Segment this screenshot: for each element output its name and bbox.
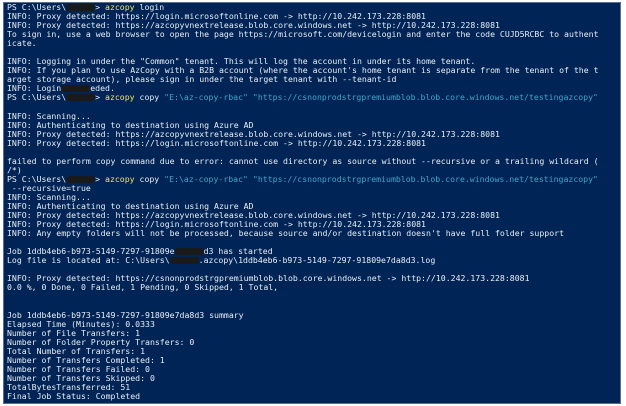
powershell-window[interactable]: PS C:\Users\ > azcopy login INFO: Proxy de…: [3, 2, 621, 404]
string-argument: "https://csnonprodstrgpremiumblob.blob.c…: [252, 173, 598, 184]
string-argument: "E:\az-copy-rbac": [164, 92, 248, 103]
terminal-line: INFO: Any empty folders will not be proc…: [7, 229, 599, 238]
terminal-text: copy: [134, 92, 165, 103]
terminal-line: PS C:\Users\ > azcopy copy "E:\az-copy-rb…: [7, 173, 599, 184]
terminal-text: arget storage account), please sign in u…: [7, 74, 397, 85]
terminal-text: icate.: [7, 38, 37, 49]
terminal-line: 0.0 %, 0 Done, 0 Failed, 1 Pending, 0 Sk…: [7, 283, 599, 292]
terminal-text: INFO: Any empty folders will not be proc…: [7, 228, 565, 239]
redacted-username: [66, 94, 96, 102]
terminal-text: >: [95, 173, 106, 184]
terminal-line: failed to perform copy command due to er…: [7, 155, 599, 166]
terminal-text: Log file is located at: C:\Users\: [7, 255, 170, 266]
redacted-username: [66, 4, 96, 11]
terminal-text: Final Job Status: Completed: [7, 391, 141, 402]
terminal-line: --recursive=true: [7, 183, 599, 193]
terminal-text: 0.0 %, 0 Done, 0 Failed, 1 Pending, 0 Sk…: [7, 282, 279, 293]
terminal-output[interactable]: PS C:\Users\ > azcopy login INFO: Proxy de…: [7, 3, 599, 403]
terminal-line: Log file is located at: C:\Users\ .azcopy…: [7, 256, 599, 265]
terminal-text: .azcopy\1ddb4eb6-b973-5149-7297-91809e7d…: [198, 255, 436, 266]
terminal-text: >: [95, 92, 106, 103]
redacted-username: [66, 175, 96, 183]
terminal-line: To sign in, use a web browser to open th…: [7, 30, 599, 39]
terminal-line: icate.: [7, 39, 599, 48]
terminal-text: failed to perform copy command due to er…: [7, 155, 599, 166]
redacted-username: [169, 257, 199, 265]
terminal-text: PS C:\Users\: [7, 92, 67, 103]
terminal-line: INFO: Proxy detected: https://login.micr…: [7, 137, 599, 148]
terminal-line: Final Job Status: Completed: [7, 391, 599, 402]
terminal-text: copy: [134, 173, 165, 184]
terminal-line: PS C:\Users\ > azcopy copy "E:\az-copy-rb…: [7, 93, 599, 102]
command-name: azcopy: [105, 173, 135, 184]
command-name: azcopy: [105, 92, 135, 103]
redacted-username: [61, 85, 91, 93]
string-argument: "https://csnonprodstrgpremiumblob.blob.c…: [252, 92, 598, 103]
terminal-text: INFO: Proxy detected: https://login.micr…: [7, 137, 426, 148]
redacted-username: [174, 248, 204, 256]
terminal-text: To sign in, use a web browser to open th…: [7, 29, 599, 40]
string-argument: "E:\az-copy-rbac": [164, 173, 248, 184]
